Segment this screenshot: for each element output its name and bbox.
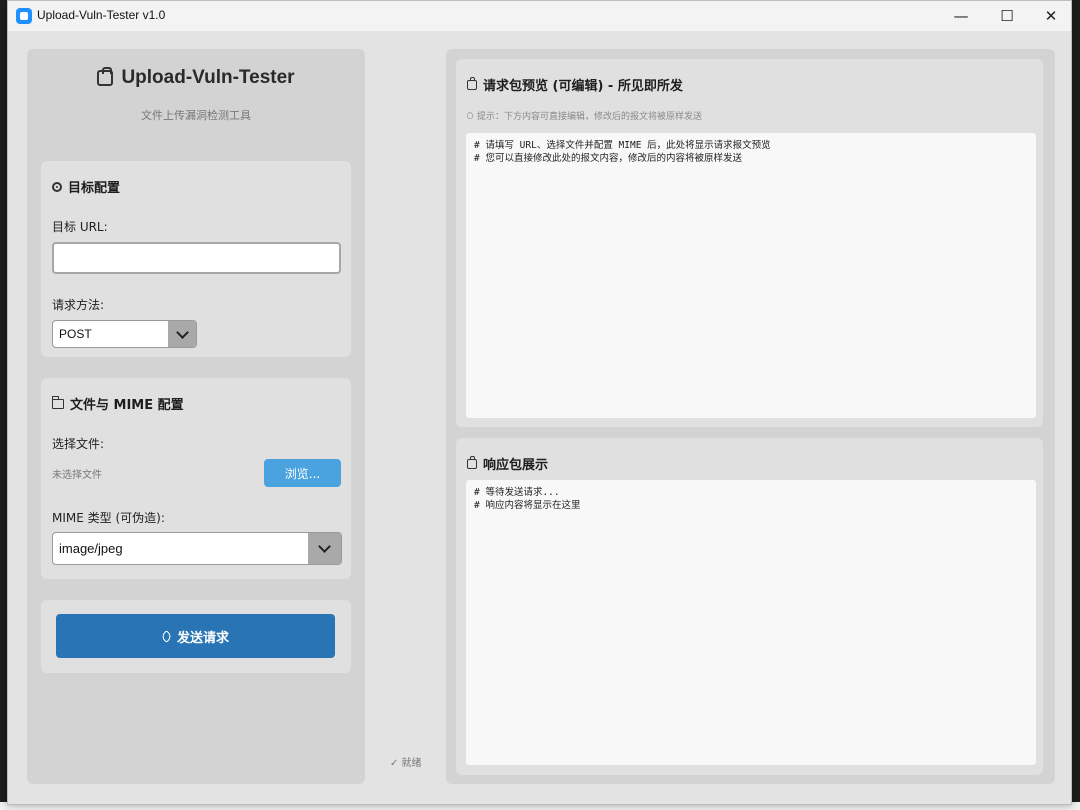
app-logo-icon (16, 8, 32, 24)
config-sidebar: Upload-Vuln-Tester 文件上传漏洞检测工具 目标配置 目标 UR… (27, 49, 365, 784)
chevron-down-icon (175, 325, 189, 339)
response-viewer[interactable]: # 等待发送请求... # 响应内容将显示在这里 (466, 480, 1036, 765)
lightbulb-icon (467, 112, 473, 119)
status-text: ✓ 就绪 (390, 758, 422, 769)
method-selected-value: POST (59, 327, 92, 341)
url-input[interactable] (52, 242, 341, 274)
response-heading: 响应包展示 (467, 454, 548, 473)
file-config-title: 文件与 MIME 配置 (70, 398, 184, 413)
target-icon (52, 181, 62, 192)
rocket-icon (160, 629, 173, 643)
chevron-down-icon (318, 540, 331, 553)
mime-dropdown-button[interactable] (308, 533, 341, 564)
target-config-heading: 目标配置 (52, 177, 120, 196)
app-subtitle: 文件上传漏洞检测工具 (141, 109, 251, 122)
window-title: Upload-Vuln-Tester v1.0 (37, 8, 166, 22)
app-header: Upload-Vuln-Tester 文件上传漏洞检测工具 (27, 67, 365, 123)
request-editor[interactable]: # 请填写 URL、选择文件并配置 MIME 后，此处将显示请求报文预览 # 您… (466, 133, 1036, 418)
send-card: 发送请求 (41, 600, 351, 673)
method-select[interactable]: POST (52, 320, 197, 348)
target-config-title: 目标配置 (68, 181, 121, 196)
background-desktop-right (1072, 0, 1080, 810)
maximize-button[interactable]: ☐ (984, 1, 1030, 31)
main-content: Upload-Vuln-Tester 文件上传漏洞检测工具 目标配置 目标 UR… (8, 31, 1071, 804)
response-title: 响应包展示 (483, 458, 549, 473)
file-status: 未选择文件 (52, 470, 102, 481)
close-button[interactable]: ✕ (1028, 1, 1074, 31)
mime-select[interactable]: image/jpeg (52, 532, 342, 565)
file-config-card: 文件与 MIME 配置 选择文件: 未选择文件 浏览... MIME 类型 (可… (41, 378, 351, 579)
package-icon (97, 67, 114, 86)
app-title: Upload-Vuln-Tester (121, 67, 295, 88)
target-config-card: 目标配置 目标 URL: 请求方法: POST (41, 161, 351, 357)
package-icon (467, 76, 477, 90)
title-bar[interactable]: Upload-Vuln-Tester v1.0 — ☐ ✕ (8, 1, 1071, 31)
method-label: 请求方法: (52, 298, 105, 312)
request-hint-text: 提示：下方内容可直接编辑，修改后的报文将被原样发送 (477, 112, 703, 122)
package-icon (467, 455, 477, 469)
url-label: 目标 URL: (52, 220, 108, 234)
method-dropdown-button[interactable] (168, 321, 196, 347)
response-card: 响应包展示 # 等待发送请求... # 响应内容将显示在这里 (456, 438, 1043, 775)
request-preview-heading: 请求包预览 (可编辑) - 所见即所发 (467, 75, 683, 94)
file-config-heading: 文件与 MIME 配置 (52, 394, 184, 413)
app-window: Upload-Vuln-Tester v1.0 — ☐ ✕ Upload-Vul… (7, 0, 1072, 805)
send-request-button[interactable]: 发送请求 (56, 614, 335, 658)
file-label: 选择文件: (52, 437, 105, 451)
packet-panel: 请求包预览 (可编辑) - 所见即所发 提示：下方内容可直接编辑，修改后的报文将… (446, 49, 1055, 784)
browse-button[interactable]: 浏览... (264, 459, 341, 487)
request-hint: 提示：下方内容可直接编辑，修改后的报文将被原样发送 (467, 109, 702, 122)
request-preview-card: 请求包预览 (可编辑) - 所见即所发 提示：下方内容可直接编辑，修改后的报文将… (456, 59, 1043, 427)
mime-label: MIME 类型 (可伪造): (52, 511, 165, 525)
folder-icon (52, 395, 64, 409)
request-preview-title: 请求包预览 (可编辑) - 所见即所发 (483, 79, 683, 94)
send-request-label: 发送请求 (176, 630, 229, 646)
minimize-button[interactable]: — (938, 1, 984, 31)
mime-selected-value: image/jpeg (59, 541, 123, 556)
